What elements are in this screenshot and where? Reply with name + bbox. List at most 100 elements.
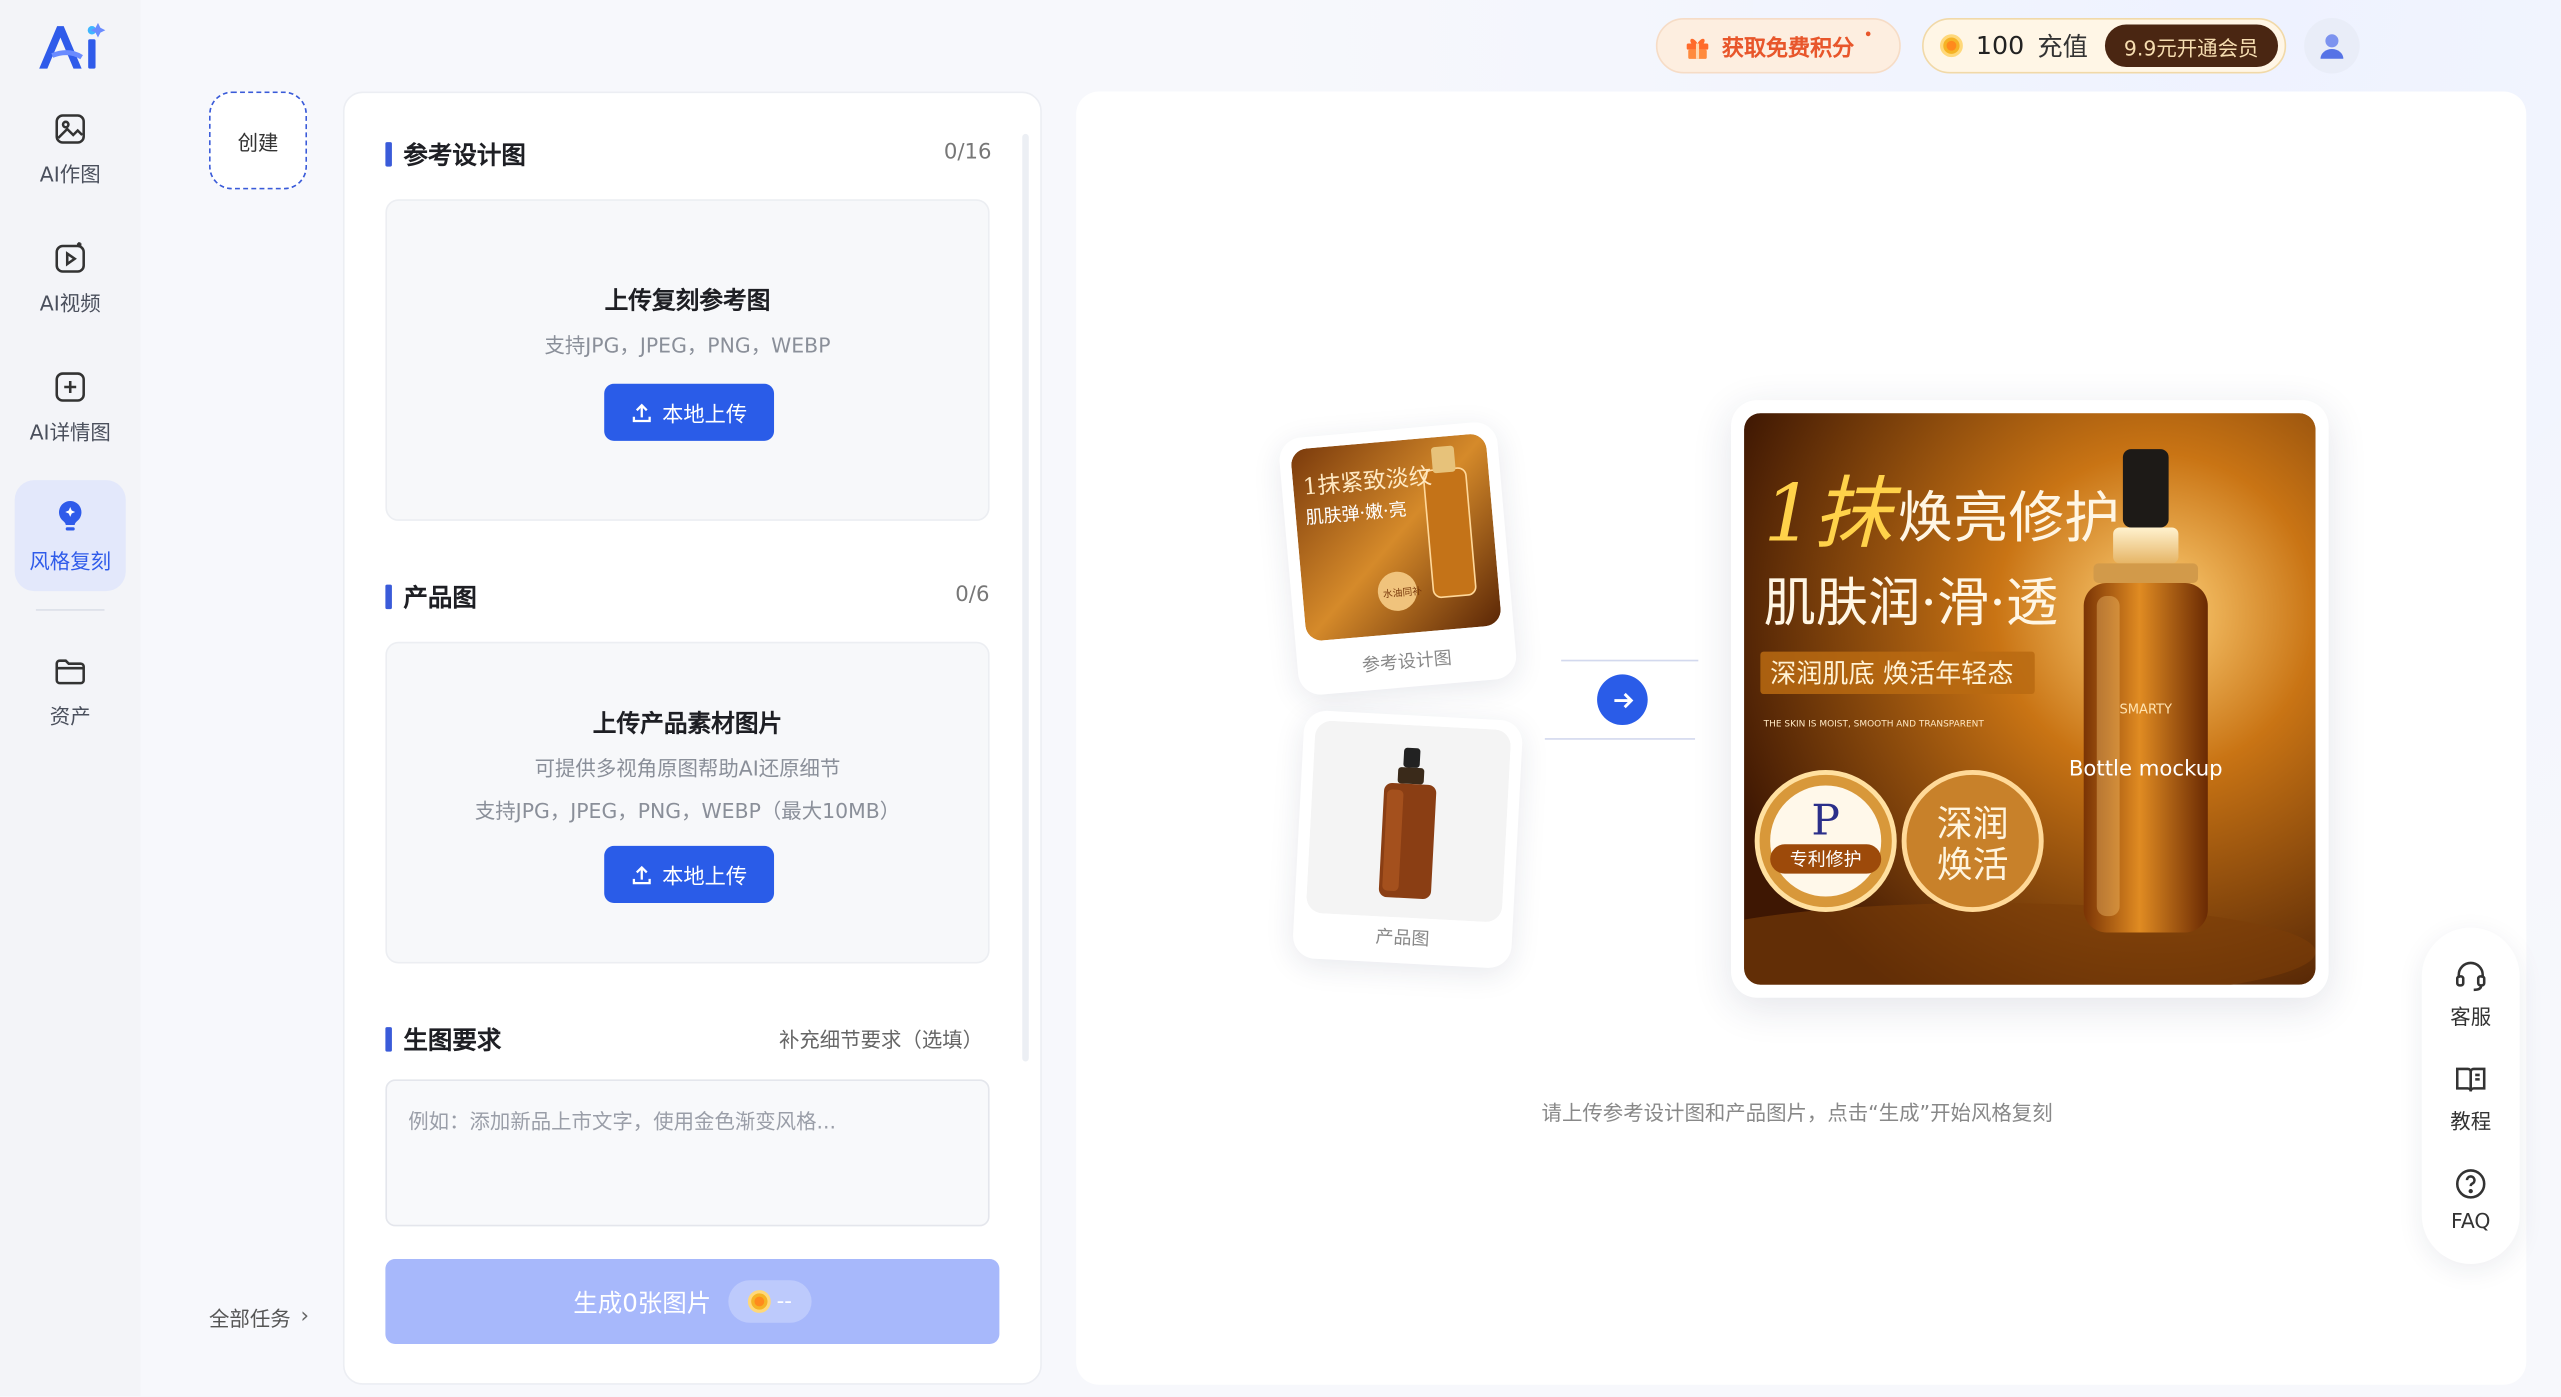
headset-icon [2455, 961, 2486, 992]
sidebar-item-label: AI详情图 [29, 418, 111, 444]
section-title-text: 生图要求 [403, 1025, 502, 1055]
big-ad-badge-right-2: 焕活 [1937, 845, 2009, 886]
bottle-brand: SMARTY [2119, 703, 2172, 718]
image-icon [52, 110, 88, 146]
big-ad-sub: THE SKIN IS MOIST, SMOOTH AND TRANSPAREN… [1763, 720, 1985, 730]
big-ad-badge-right-1: 深润 [1937, 804, 2009, 845]
reference-upload-formats: 支持JPG，JPEG，PNG，WEBP [544, 333, 831, 358]
gift-icon [1687, 37, 1710, 59]
reference-upload-button[interactable]: 本地上传 [604, 383, 775, 441]
big-ad-headline-1: 1抹 [1764, 469, 1903, 560]
float-label: 客服 [2450, 1004, 2492, 1029]
product-example-image [1306, 720, 1511, 922]
result-example-image: SMARTY Bottle mockup 1抹 焕亮修护 肌肤润·滑·透 深润肌… [1744, 413, 2316, 985]
generate-button-label: 生成0张图片 [573, 1287, 712, 1318]
reference-section-title: 参考设计图 [385, 137, 526, 171]
big-ad-ribbon: 深润肌底 焕活年轻态 [1770, 660, 2013, 690]
product-count: 0/6 [955, 582, 990, 608]
section-marker [385, 1027, 392, 1052]
folder-icon [52, 652, 88, 688]
avatar[interactable] [2304, 17, 2360, 74]
product-upload-hint: 可提供多视角原图帮助AI还原细节 [534, 756, 841, 781]
book-icon [2455, 1067, 2486, 1092]
free-credits-label: 获取免费积分 [1721, 35, 1855, 63]
upload-button-label: 本地上传 [662, 865, 748, 890]
upload-button-label: 本地上传 [662, 403, 748, 428]
tutorial-button[interactable]: 教程 [2422, 1061, 2520, 1134]
upload-icon [633, 402, 652, 422]
coin-icon [1940, 34, 1963, 58]
sidebar: AI作图 AI视频 AI详情图 风格复刻 资产 [0, 0, 141, 1397]
generate-cost-badge: -- [727, 1280, 812, 1323]
coin-icon [747, 1290, 771, 1313]
sidebar-item-label: AI作图 [39, 160, 101, 186]
video-icon [52, 239, 88, 275]
preview-hint: 请上传参考设计图和产品图片，点击“生成”开始风格复刻 [1541, 1100, 2053, 1126]
float-label: FAQ [2450, 1208, 2491, 1233]
float-label: 教程 [2450, 1108, 2492, 1134]
requirements-section-title: 生图要求 [385, 1022, 501, 1056]
arrow-right-icon [1597, 674, 1648, 726]
product-section-title: 产品图 [385, 580, 477, 614]
sidebar-item-style-copy[interactable]: 风格复刻 [14, 480, 126, 592]
generate-cost-value: -- [776, 1289, 792, 1314]
reference-count: 0/16 [943, 140, 992, 165]
sidebar-item-ai-video[interactable]: AI视频 [15, 222, 126, 333]
big-ad-line2: 肌肤润·滑·透 [1764, 574, 2058, 634]
product-upload-title: 上传产品素材图片 [592, 711, 783, 739]
question-icon [2455, 1169, 2486, 1199]
upload-icon [633, 864, 652, 884]
reference-example-caption: 参考设计图 [1361, 647, 1453, 677]
product-upload-formats: 支持JPG，JPEG，PNG，WEBP（最大10MB） [474, 798, 901, 824]
chevron-right-icon: › [300, 1304, 309, 1330]
section-title-text: 产品图 [403, 582, 477, 613]
plus-square-icon [52, 368, 88, 404]
form-scrollbar[interactable] [1022, 133, 1029, 1062]
reference-example-image: 1抹紧致淡纹 肌肤弹·嫩·亮 水油同补 [1291, 434, 1501, 641]
vip-button[interactable]: 9.9元开通会员 [2104, 24, 2279, 67]
section-marker [385, 584, 392, 610]
connector-line [1544, 738, 1696, 740]
all-tasks-label: 全部任务 [209, 1306, 291, 1331]
app-page: AI作图 AI视频 AI详情图 风格复刻 资产 创建 全部任务 › 参考设计图 … [0, 0, 2561, 1397]
sidebar-item-label: AI视频 [39, 289, 101, 315]
floating-toolbar: 客服 教程 FAQ [2421, 927, 2520, 1264]
requirements-input[interactable] [385, 1079, 990, 1227]
product-upload-area[interactable]: 上传产品素材图片 可提供多视角原图帮助AI还原细节 支持JPG，JPEG，PNG… [385, 641, 990, 964]
big-ad-badge-left: 专利修护 [1790, 849, 1862, 870]
create-button[interactable]: 创建 [209, 91, 308, 190]
promo-dot: • [1863, 26, 1873, 42]
requirements-hint: 补充细节要求（选填） [778, 1027, 984, 1052]
sidebar-item-ai-draw[interactable]: AI作图 [15, 93, 126, 204]
credit-balance: 100 [1975, 31, 2025, 61]
recharge-link[interactable]: 充值 [2037, 28, 2088, 64]
free-credits-button[interactable]: 获取免费积分 • [1655, 17, 1901, 74]
all-tasks-link[interactable]: 全部任务 › [209, 1302, 309, 1333]
customer-service-button[interactable]: 客服 [2422, 957, 2520, 1030]
sidebar-item-assets[interactable]: 资产 [15, 635, 126, 746]
sidebar-item-label: 风格复刻 [29, 547, 112, 573]
bottle-label: Bottle mockup [2069, 757, 2223, 782]
product-example-card: 产品图 [1291, 709, 1524, 970]
faq-button[interactable]: FAQ [2422, 1166, 2520, 1233]
user-icon [2320, 34, 2344, 59]
result-example-card: SMARTY Bottle mockup 1抹 焕亮修护 肌肤润·滑·透 深润肌… [1730, 400, 2329, 998]
reference-example-card: 1抹紧致淡纹 肌肤弹·嫩·亮 水油同补 参考设计图 [1277, 420, 1519, 697]
section-title-text: 参考设计图 [403, 140, 526, 170]
section-marker [385, 142, 392, 167]
sidebar-item-ai-detail[interactable]: AI详情图 [15, 351, 126, 462]
app-logo[interactable] [33, 16, 108, 75]
sidebar-item-label: 资产 [49, 703, 91, 728]
svg-text:P: P [1811, 796, 1840, 845]
reference-upload-title: 上传复刻参考图 [604, 289, 771, 316]
reference-upload-area[interactable]: 上传复刻参考图 支持JPG，JPEG，PNG，WEBP 本地上传 [385, 199, 990, 521]
create-label: 创建 [237, 129, 279, 155]
product-upload-button[interactable]: 本地上传 [604, 845, 775, 904]
bulb-icon [52, 497, 88, 533]
generate-button[interactable]: 生成0张图片 -- [385, 1259, 1000, 1344]
product-example-caption: 产品图 [1375, 926, 1430, 951]
sidebar-divider [35, 609, 105, 611]
big-ad-headline-2: 焕亮修护 [1898, 486, 2120, 551]
credit-bar: 100 充值 9.9元开通会员 [1922, 17, 2287, 74]
connector-line [1561, 659, 1699, 662]
